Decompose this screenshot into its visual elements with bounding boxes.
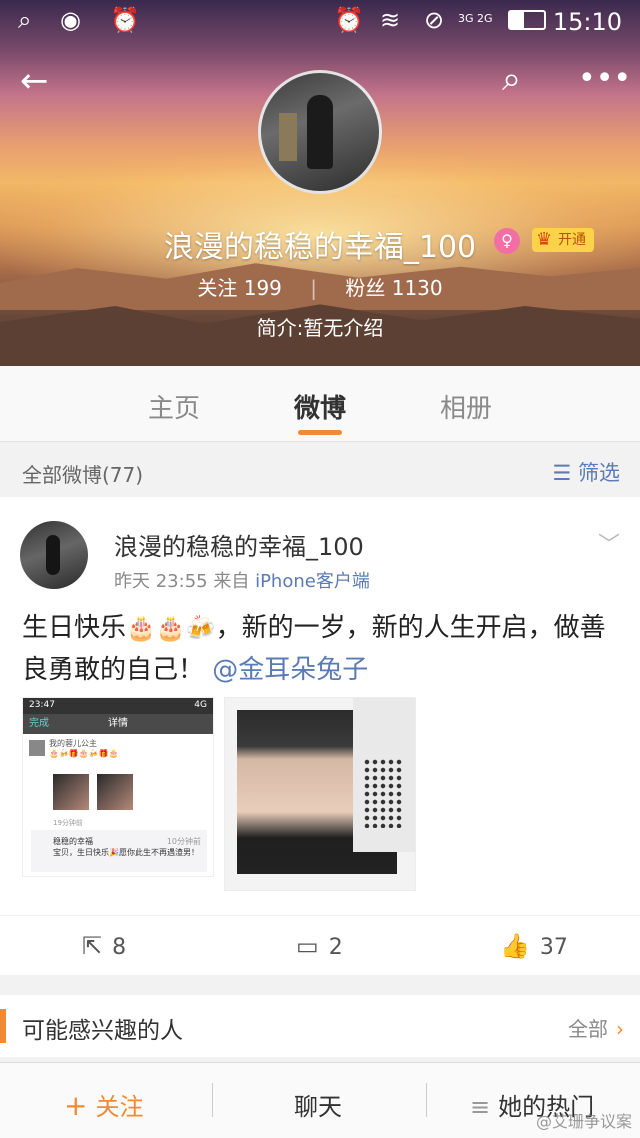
weibo-post[interactable]: 浪漫的稳稳的幸福_100 昨天 23:55 来自 iPhone客户端 ﹀ 生日快… <box>0 497 640 975</box>
shot-photo-1 <box>53 774 89 810</box>
filter-button[interactable]: ☰ 筛选 <box>552 457 620 487</box>
section-accent-bar <box>0 1009 6 1043</box>
chat-button[interactable]: 聊天 <box>294 1087 342 1122</box>
back-arrow-icon[interactable]: ← <box>20 64 49 98</box>
post-text-start: 生日快乐 <box>22 613 127 643</box>
shot-done: 完成 <box>29 718 49 729</box>
portrait-pattern <box>363 758 403 828</box>
fans-label: 粉丝 <box>345 276 386 300</box>
profile-header: ⌕ ◉ ⏰ ⏰ ≋ ⊘ 3G 2G 15:10 ← ⌕ ••• 浪漫的稳稳的幸福… <box>0 0 640 366</box>
following-label: 关注 <box>197 276 238 300</box>
post-source[interactable]: iPhone客户端 <box>255 571 370 592</box>
tab-album[interactable]: 相册 <box>440 388 492 425</box>
vip-label: 开通 <box>558 232 586 248</box>
post-actions: ⇱ 8 ▭ 2 👍 37 <box>0 915 640 975</box>
post-from-label: 来自 <box>213 571 250 592</box>
filter-icon: ☰ <box>552 461 572 485</box>
search-icon[interactable]: ⌕ <box>502 62 521 96</box>
comment-count: 2 <box>328 935 343 960</box>
avatar-lamp <box>279 113 297 161</box>
avatar-figure <box>307 95 333 169</box>
repost-button[interactable]: ⇱ 8 <box>82 932 126 960</box>
shot-photos <box>53 774 173 818</box>
do-not-disturb-icon: ⊘ <box>424 6 445 34</box>
post-mention[interactable]: @金耳朵兔子 <box>212 655 368 685</box>
post-author-name[interactable]: 浪漫的稳稳的幸福_100 <box>114 527 364 562</box>
post-meta: 昨天 23:55 来自 iPhone客户端 <box>114 567 370 593</box>
watermark: @艾珊争议案 <box>535 1112 632 1131</box>
profile-tabs: 主页 微博 相册 <box>0 366 640 442</box>
filter-label: 筛选 <box>578 461 620 485</box>
list-icon: ≡ <box>470 1093 491 1121</box>
shot-reply-name: 稳稳的幸福 <box>53 837 93 846</box>
profile-bio: 简介:暂无介绍 <box>256 316 384 340</box>
fans-stat[interactable]: 粉丝 1130 <box>345 276 442 300</box>
see-all-label: 全部 <box>568 1017 608 1041</box>
shot-ago: 19分钟前 <box>53 819 83 827</box>
more-icon[interactable]: ••• <box>578 62 631 96</box>
bottom-divider-1 <box>212 1083 213 1117</box>
shot-time: 23:47 <box>29 700 55 710</box>
shot-nav: 完成 详情 <box>23 714 213 734</box>
alarm-notification-icon: ⏰ <box>110 6 140 34</box>
post-image-portrait[interactable] <box>224 697 416 891</box>
thumbs-up-icon: 👍 <box>500 932 530 960</box>
chevron-down-icon[interactable]: ﹀ <box>598 527 620 559</box>
birthday-cake-icon: 🎂🎂🍻 <box>126 614 216 642</box>
vip-open-badge[interactable]: ♛ 开通 <box>532 228 594 252</box>
post-time: 昨天 23:55 <box>114 571 208 592</box>
post-image-screenshot[interactable]: 23:47 4G 完成 详情 我的蓉儿公主 🎂🍻🎁🎂🍻🎁🎂 19分钟前 稳稳的幸福 10… <box>22 697 214 877</box>
follow-button[interactable]: + 关注 <box>64 1087 143 1122</box>
stats-divider: | <box>310 276 318 300</box>
chevron-right-icon: › <box>616 1017 624 1041</box>
like-count: 37 <box>539 935 568 960</box>
plus-icon: + <box>64 1089 88 1122</box>
tab-weibo[interactable]: 微博 <box>294 388 346 425</box>
following-stat[interactable]: 关注 199 <box>197 276 282 300</box>
all-weibo-count: 全部微博(77) <box>22 463 144 487</box>
bottom-divider-2 <box>426 1083 427 1117</box>
comment-icon: ▭ <box>296 932 319 960</box>
shot-emoji-row: 🎂🍻🎁🎂🍻🎁🎂 <box>49 749 119 758</box>
weibo-notification-icon: ◉ <box>60 6 81 34</box>
gender-female-icon: ♀ <box>494 228 520 254</box>
tab-home[interactable]: 主页 <box>148 388 200 425</box>
filter-bar: 全部微博(77) ☰ 筛选 <box>0 443 640 497</box>
clock: 15:10 <box>552 8 622 36</box>
shot-line1: 我的蓉儿公主 <box>49 739 97 748</box>
follow-label: 关注 <box>95 1093 144 1121</box>
bottom-action-bar: + 关注 聊天 ≡ 她的热门 @艾珊争议案 <box>0 1062 640 1138</box>
status-bar: ⌕ ◉ ⏰ ⏰ ≋ ⊘ 3G 2G 15:10 <box>0 0 640 44</box>
signal-icon: 3G 2G <box>458 12 493 25</box>
repost-count: 8 <box>112 935 127 960</box>
comment-button[interactable]: ▭ 2 <box>296 932 343 960</box>
avatar-figure <box>46 535 60 575</box>
post-author-avatar[interactable] <box>20 521 88 589</box>
profile-stats: 关注 199 | 粉丝 1130 <box>0 272 640 301</box>
crown-icon: ♛ <box>536 229 553 250</box>
shot-reply-ago: 10分钟前 <box>166 837 201 846</box>
repost-icon: ⇱ <box>82 932 103 960</box>
wifi-icon: ≋ <box>380 6 401 34</box>
search-notification-icon: ⌕ <box>18 6 32 34</box>
post-text: 生日快乐🎂🎂🍻，新的一岁，新的人生开启，做善良勇敢的自己！ @金耳朵兔子 <box>22 607 622 691</box>
shot-post-line: 我的蓉儿公主 🎂🍻🎁🎂🍻🎁🎂 <box>23 734 213 758</box>
shot-status-bar: 23:47 4G <box>23 698 213 714</box>
shot-avatar <box>29 740 45 756</box>
following-count: 199 <box>243 276 282 300</box>
battery-icon <box>508 10 546 30</box>
shot-network: 4G <box>194 700 207 710</box>
alarm-icon: ⏰ <box>334 6 364 34</box>
fans-count: 1130 <box>391 276 443 300</box>
shot-photo-2 <box>97 774 133 810</box>
shot-reply-text: 宝贝，生日快乐🎉愿你此生不再遇渣男！ <box>53 848 199 857</box>
like-button[interactable]: 👍 37 <box>500 932 568 960</box>
suggested-users-section: 可能感兴趣的人 全部 › <box>0 995 640 1057</box>
shot-title: 详情 <box>108 718 128 729</box>
suggested-users-title: 可能感兴趣的人 <box>22 1018 183 1044</box>
shot-reply: 稳稳的幸福 10分钟前宝贝，生日快乐🎉愿你此生不再遇渣男！ <box>31 830 207 872</box>
profile-avatar[interactable] <box>258 70 382 194</box>
see-all-button[interactable]: 全部 › <box>568 1013 624 1042</box>
active-tab-indicator <box>298 430 342 435</box>
